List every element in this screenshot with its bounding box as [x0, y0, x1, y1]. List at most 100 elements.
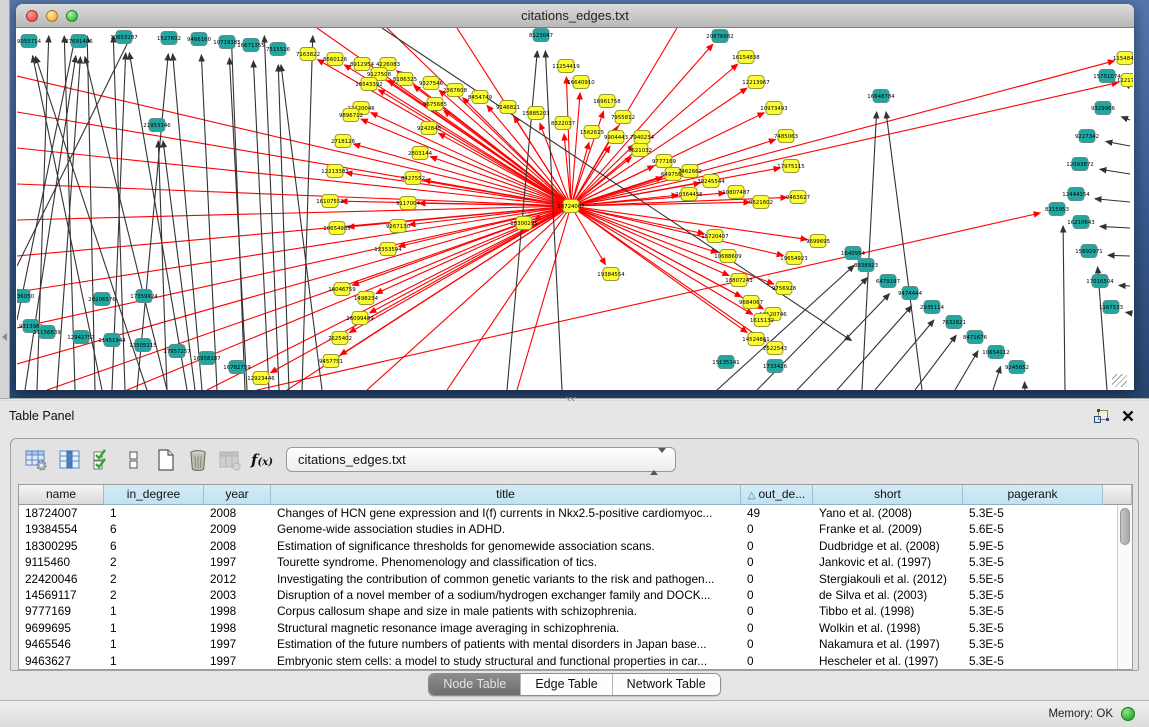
table-cell[interactable]: 2008: [204, 505, 271, 521]
table-cell[interactable]: 14569117: [19, 587, 104, 603]
table-cell[interactable]: 18300295: [19, 538, 104, 554]
table-cell[interactable]: 5.3E-5: [963, 620, 1103, 636]
graph-node[interactable]: 9699695: [806, 235, 830, 248]
graph-node[interactable]: 17016504: [1086, 275, 1114, 288]
select-columns-icon[interactable]: [90, 447, 116, 473]
table-cell[interactable]: Franke et al. (2009): [813, 521, 963, 537]
graph-node[interactable]: 8427552: [401, 172, 425, 185]
table-cell[interactable]: Estimation of significance thresholds fo…: [271, 538, 741, 554]
table-cell[interactable]: 1998: [204, 603, 271, 619]
table-cell[interactable]: Dudbridge et al. (2008): [813, 538, 963, 554]
graph-node[interactable]: 16961758: [593, 95, 621, 108]
graph-node[interactable]: 15692971: [1075, 245, 1102, 258]
graph-node[interactable]: 16640910: [567, 76, 595, 89]
table-cell[interactable]: 2003: [204, 587, 271, 603]
table-cell[interactable]: 1997: [204, 554, 271, 570]
graph-node[interactable]: 9146821: [496, 101, 520, 114]
graph-node[interactable]: 16648784: [867, 90, 895, 103]
graph-node[interactable]: 14524861: [742, 333, 769, 346]
graph-node[interactable]: 7632621: [942, 316, 966, 329]
table-cell[interactable]: 1: [104, 620, 204, 636]
graph-node[interactable]: 9904443: [604, 131, 628, 144]
graph-node[interactable]: 1167533: [1099, 301, 1123, 314]
table-cell[interactable]: 2: [104, 554, 204, 570]
table-cell[interactable]: Stergiakouli et al. (2012): [813, 571, 963, 587]
graph-node[interactable]: 2522543: [763, 342, 787, 355]
table-cell[interactable]: 1: [104, 505, 204, 521]
table-cell[interactable]: 2: [104, 587, 204, 603]
table-cell[interactable]: 9463627: [19, 653, 104, 669]
table-row[interactable]: 1830029562008Estimation of significance …: [19, 538, 1117, 554]
graph-node[interactable]: 2935114: [920, 301, 945, 314]
table-cell[interactable]: 2012: [204, 571, 271, 587]
table-cell[interactable]: 0: [741, 554, 813, 570]
table-cell[interactable]: 2: [104, 571, 204, 587]
table-cell[interactable]: 5.6E-5: [963, 521, 1103, 537]
graph-node[interactable]: 9463627: [786, 191, 810, 204]
graph-node[interactable]: 10973493: [760, 102, 787, 115]
delete-table-icon[interactable]: [185, 447, 211, 473]
table-cell[interactable]: 18724007: [19, 505, 104, 521]
table-cell[interactable]: 1998: [204, 620, 271, 636]
graph-node[interactable]: 15135141: [712, 356, 739, 369]
graph-node[interactable]: 9474444: [898, 287, 923, 300]
graph-node[interactable]: 8123047: [529, 29, 553, 42]
table-cell[interactable]: 1: [104, 603, 204, 619]
table-row[interactable]: 911546021997Tourette syndrome. Phenomeno…: [19, 554, 1117, 570]
table-cell[interactable]: Disruption of a novel member of a sodium…: [271, 587, 741, 603]
show-column-icon[interactable]: [57, 447, 83, 473]
column-header-title[interactable]: title: [271, 485, 741, 505]
table-cell[interactable]: Nakamura et al. (1997): [813, 636, 963, 652]
table-cell[interactable]: 9699695: [19, 620, 104, 636]
table-cell[interactable]: Genome-wide association studies in ADHD.: [271, 521, 741, 537]
graph-node[interactable]: 8454749: [468, 91, 493, 104]
graph-node[interactable]: 16782759: [223, 361, 251, 374]
graph-node[interactable]: 1154849: [1113, 52, 1133, 65]
graph-node[interactable]: 7515526: [266, 43, 291, 56]
table-cell[interactable]: 1: [104, 653, 204, 669]
tab-edge-table[interactable]: Edge Table: [520, 674, 611, 695]
graph-node[interactable]: 16210643: [1067, 216, 1094, 229]
table-cell[interactable]: 2008: [204, 538, 271, 554]
column-header-name[interactable]: name: [19, 485, 104, 505]
graph-node[interactable]: 10654985: [323, 222, 350, 235]
graph-node[interactable]: 7940234: [630, 131, 655, 144]
table-cell[interactable]: Yano et al. (2008): [813, 505, 963, 521]
table-cell[interactable]: 9777169: [19, 603, 104, 619]
graph-node[interactable]: 10654112: [982, 346, 1009, 359]
graph-node[interactable]: 8215953: [1045, 203, 1069, 216]
table-settings-icon[interactable]: [23, 447, 49, 473]
graph-node[interactable]: 7625402: [328, 332, 352, 345]
graph-node[interactable]: 1498234: [354, 292, 379, 305]
graph-node[interactable]: 1733426: [763, 360, 788, 373]
graph-node[interactable]: 20876682: [706, 30, 733, 43]
table-cell[interactable]: 5.3E-5: [963, 636, 1103, 652]
table-cell[interactable]: 1: [104, 636, 204, 652]
column-header-pagerank[interactable]: pagerank: [963, 485, 1103, 505]
graph-node[interactable]: 10653287: [110, 31, 137, 44]
graph-node[interactable]: 9466160: [187, 33, 212, 46]
table-cell[interactable]: Corpus callosum shape and size in male p…: [271, 603, 741, 619]
column-header-year[interactable]: year: [204, 485, 271, 505]
graph-node[interactable]: 17975115: [777, 160, 804, 173]
graph-node[interactable]: 12444154: [1062, 188, 1090, 201]
graph-node[interactable]: 2718126: [331, 135, 356, 148]
table-cell[interactable]: Changes of HCN gene expression and I(f) …: [271, 505, 741, 521]
graph-node[interactable]: 6479197: [876, 275, 900, 288]
graph-node[interactable]: 27691406: [65, 35, 93, 48]
graph-node[interactable]: 15720407: [701, 230, 728, 243]
table-selector-dropdown[interactable]: citations_edges.txt: [286, 447, 676, 472]
table-cell[interactable]: 5.3E-5: [963, 554, 1103, 570]
graph-node[interactable]: 16099489: [346, 312, 374, 325]
table-cell[interactable]: 22420046: [19, 571, 104, 587]
table-cell[interactable]: 5.3E-5: [963, 603, 1103, 619]
table-cell[interactable]: 2009: [204, 521, 271, 537]
table-cell[interactable]: 0: [741, 587, 813, 603]
table-row[interactable]: 946362711997Embryonic stem cells: a mode…: [19, 653, 1117, 669]
graph-node[interactable]: 12093872: [1066, 158, 1093, 171]
close-panel-icon[interactable]: [1121, 409, 1135, 423]
graph-node[interactable]: 9242845: [417, 122, 441, 135]
table-row[interactable]: 969969511998Structural magnetic resonanc…: [19, 620, 1117, 636]
tab-node-table[interactable]: Node Table: [429, 674, 520, 695]
column-header-in_degree[interactable]: in_degree: [104, 485, 204, 505]
